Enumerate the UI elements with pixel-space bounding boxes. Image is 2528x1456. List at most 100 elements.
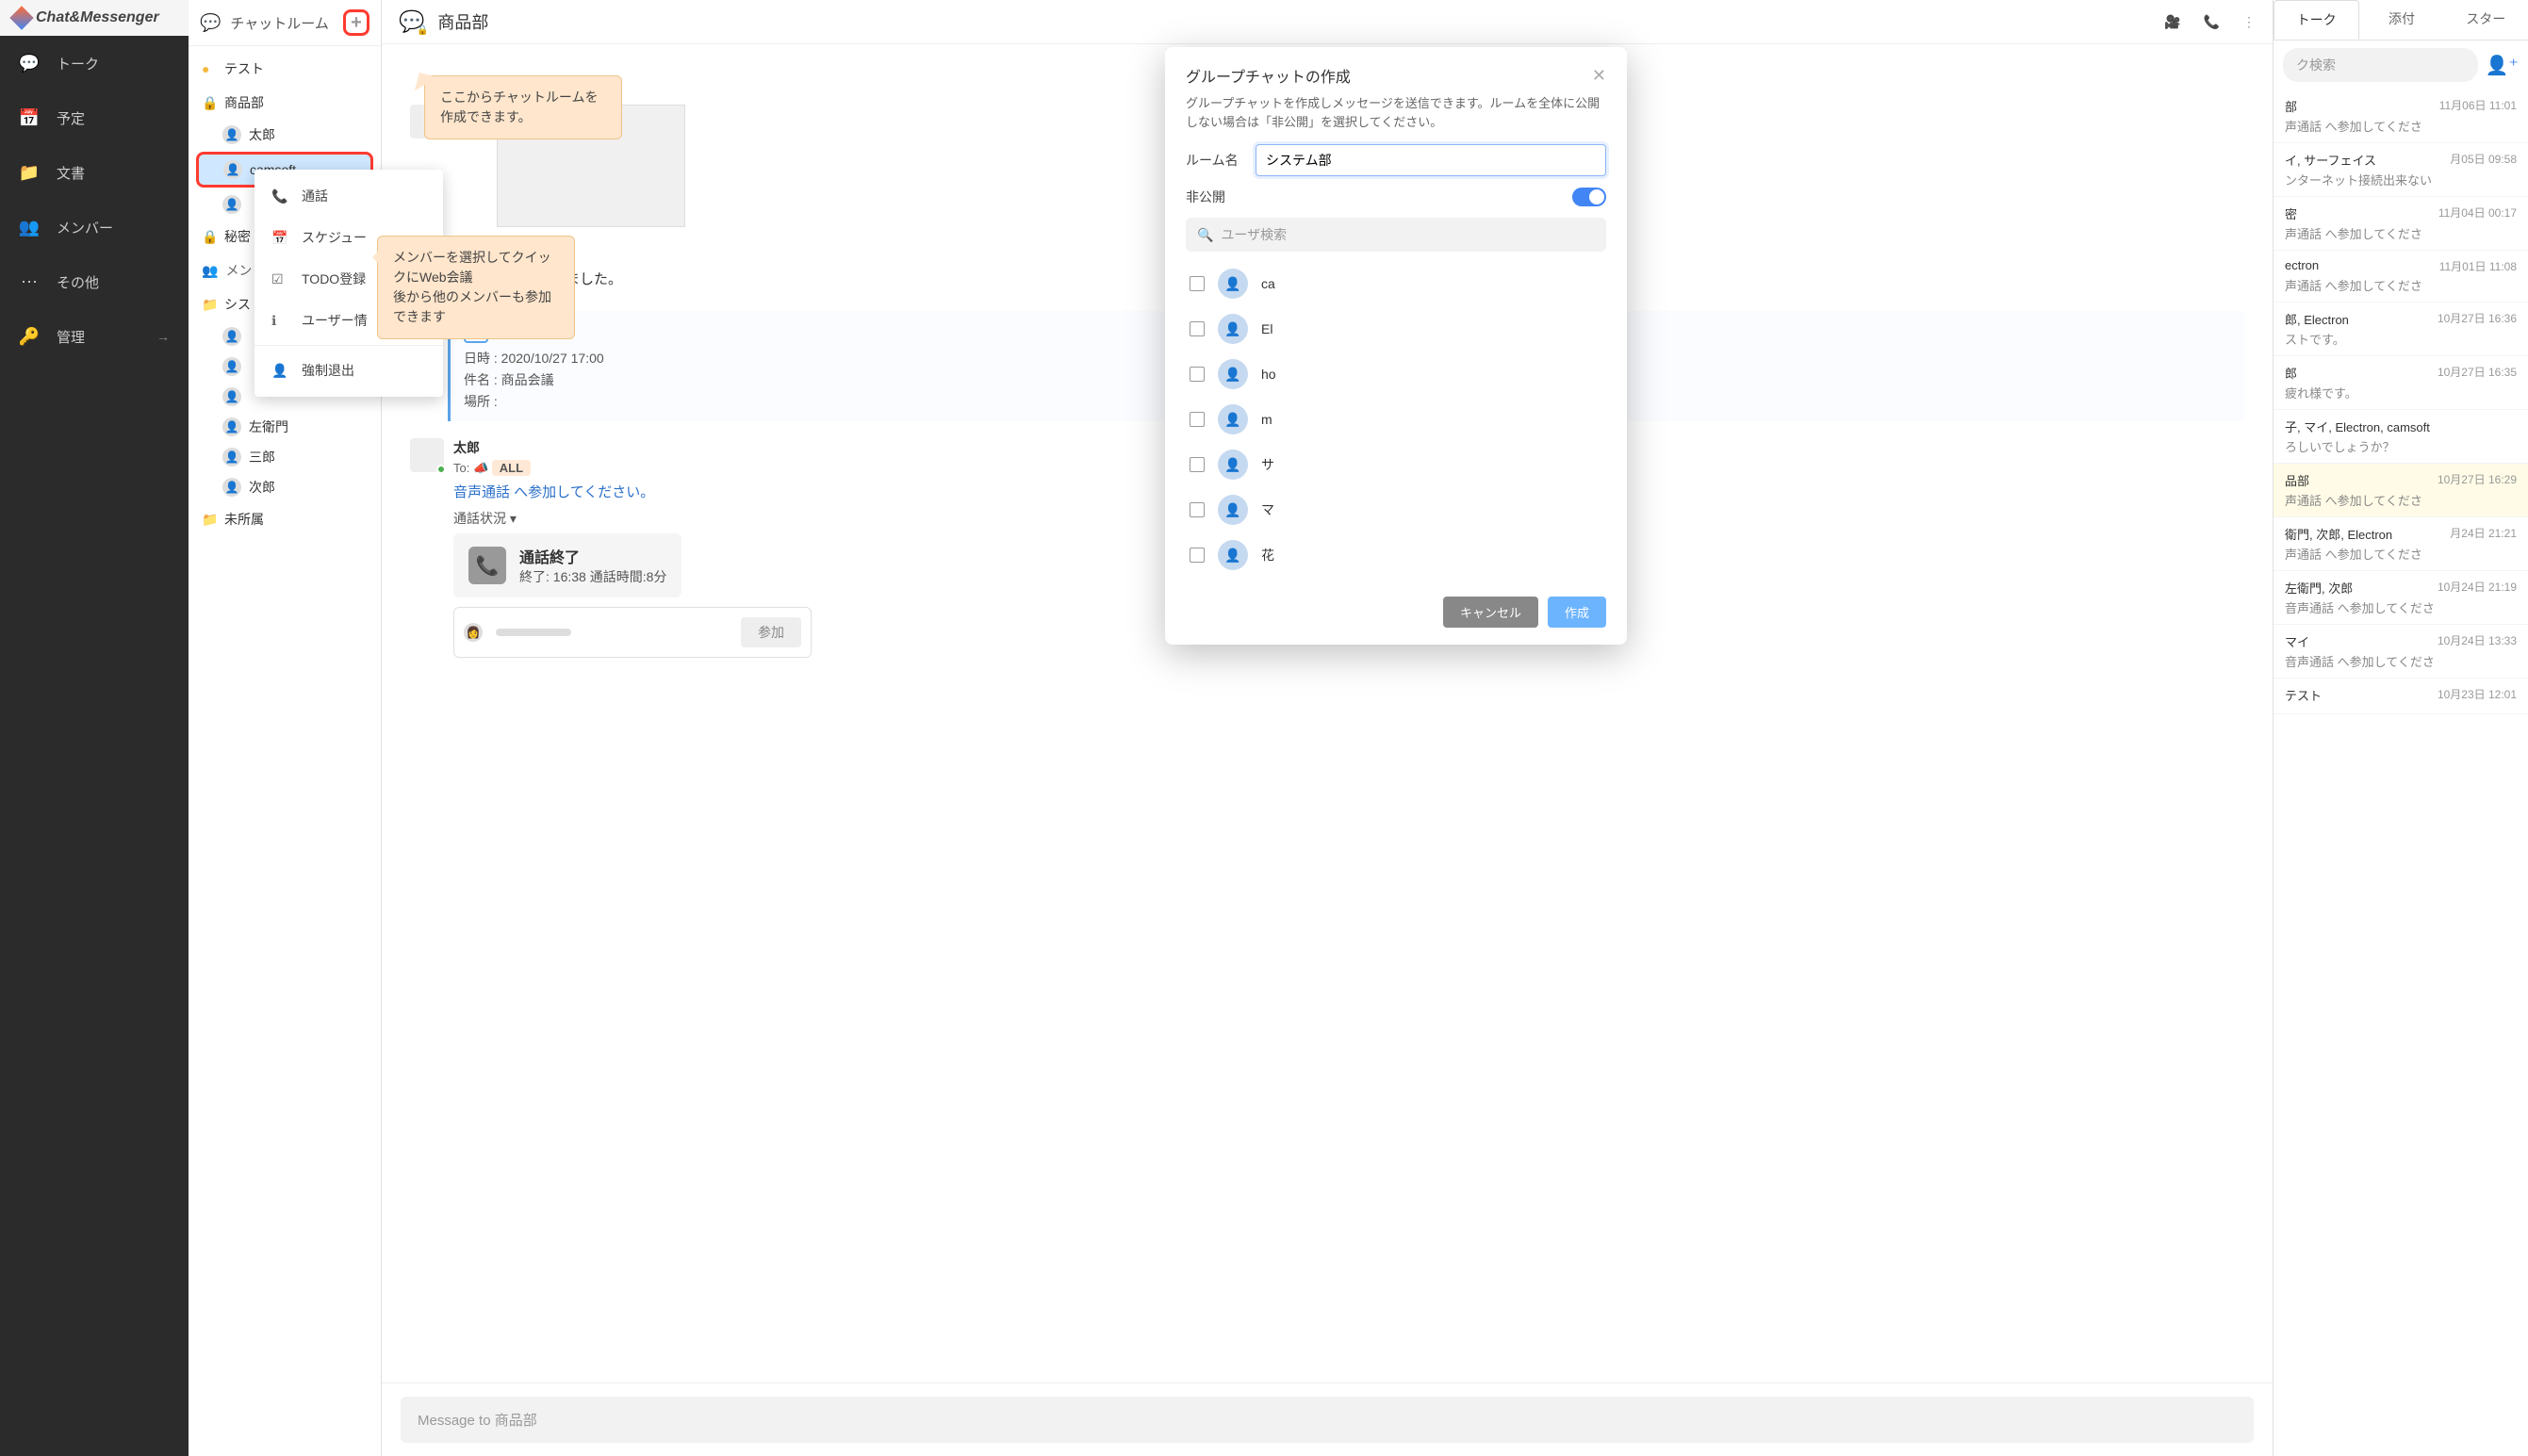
talk-date: 10月27日 16:36 xyxy=(2438,310,2517,328)
nav-item-管理[interactable]: 🔑管理→ xyxy=(0,309,189,364)
video-call-icon[interactable]: 🎥 xyxy=(2164,14,2180,30)
more-icon[interactable]: ⋮ xyxy=(2242,14,2256,30)
nav-item-メンバー[interactable]: 👥メンバー xyxy=(0,200,189,254)
checkbox[interactable] xyxy=(1190,502,1205,517)
join-button[interactable]: 参加 xyxy=(741,617,801,647)
room-member[interactable]: 👤太郎 xyxy=(189,120,381,150)
members-icon: 👥 xyxy=(202,263,218,279)
tab-添付[interactable]: 添付 xyxy=(2359,0,2443,40)
create-group-modal: グループチャットの作成 ✕ グループチャットを作成しメッセージを送信できます。ル… xyxy=(1165,47,1627,645)
talk-item[interactable]: 郎 10月27日 16:35 疲れ様です。 xyxy=(2274,356,2528,410)
user-row[interactable]: 👤左 xyxy=(1186,578,1606,581)
nav-icon: ⋯ xyxy=(19,271,40,292)
checkbox[interactable] xyxy=(1190,321,1205,336)
folder-icon: 📁 xyxy=(202,512,217,528)
talk-name: ectron xyxy=(2285,258,2319,274)
avatar: 👤 xyxy=(1218,359,1248,389)
checkbox[interactable] xyxy=(1190,457,1205,472)
user-row[interactable]: 👤マ xyxy=(1186,487,1606,532)
room-name-input[interactable] xyxy=(1256,144,1606,176)
search-icon: 🔍 xyxy=(1197,227,1213,243)
talk-preview: 疲れ様です。 xyxy=(2285,384,2517,401)
nav-item-その他[interactable]: ⋯その他 xyxy=(0,254,189,309)
nav-item-トーク[interactable]: 💬トーク xyxy=(0,36,189,90)
user-row[interactable]: 👤サ xyxy=(1186,442,1606,487)
talk-item[interactable]: 衛門, 次郎, Electron月24日 21:21声通話 へ参加してくださ xyxy=(2274,517,2528,571)
avatar: 👤 xyxy=(222,387,241,406)
context-item[interactable]: 📞通話 xyxy=(254,175,443,217)
talk-item[interactable]: 部11月06日 11:01声通話 へ参加してくださ xyxy=(2274,90,2528,143)
private-toggle[interactable] xyxy=(1572,188,1606,206)
create-button[interactable]: 作成 xyxy=(1548,597,1606,628)
talk-item[interactable]: マイ10月24日 13:33音声通話 へ参加してくださ xyxy=(2274,625,2528,679)
avatar xyxy=(410,438,444,472)
cancel-button[interactable]: キャンセル xyxy=(1443,597,1538,628)
modal-description: グループチャットを作成しメッセージを送信できます。ルームを全体に公開しない場合は… xyxy=(1186,94,1606,131)
talk-item[interactable]: 品部10月27日 16:29声通話 へ参加してくださ xyxy=(2274,464,2528,517)
talk-date: 10月27日 16:29 xyxy=(2438,471,2517,489)
user-name: El xyxy=(1261,321,1272,336)
talk-date: 11月06日 11:01 xyxy=(2439,97,2517,115)
context-label: スケジュー xyxy=(302,228,367,247)
talk-item[interactable]: 子, マイ, Electron, camsoftろしいでしょうか？ xyxy=(2274,410,2528,464)
talk-preview: 声通話 へ参加してくださ xyxy=(2285,491,2517,509)
add-room-button[interactable]: + xyxy=(343,9,369,36)
user-row[interactable]: 👤花 xyxy=(1186,532,1606,578)
nav-item-文書[interactable]: 📁文書 xyxy=(0,145,189,200)
talk-list: 部11月06日 11:01声通話 へ参加してくださイ, サーフェイス月05日 0… xyxy=(2274,90,2528,1456)
voice-call-icon[interactable]: 📞 xyxy=(2204,14,2220,30)
avatar: 👤 xyxy=(1218,540,1248,570)
user-row[interactable]: 👤ho xyxy=(1186,352,1606,397)
talk-item[interactable]: 左衛門, 次郎10月24日 21:19音声通話 へ参加してくださ xyxy=(2274,571,2528,625)
user-row[interactable]: 👤ca xyxy=(1186,261,1606,306)
room-item[interactable]: 🔒商品部 xyxy=(189,86,381,120)
talk-preview: 声通話 へ参加してくださ xyxy=(2285,276,2517,294)
checkbox[interactable] xyxy=(1190,367,1205,382)
talk-date: 10月27日 16:35 xyxy=(2438,364,2517,382)
room-label: 秘密 xyxy=(224,227,251,246)
talk-search-input[interactable]: ク検索 xyxy=(2283,48,2478,82)
avatar: 👤 xyxy=(222,478,241,497)
user-row[interactable]: 👤m xyxy=(1186,397,1606,442)
avatar: 👩 xyxy=(464,623,483,642)
context-item[interactable]: 👤強制退出 xyxy=(254,350,443,391)
add-person-icon[interactable]: 👤⁺ xyxy=(2486,54,2519,77)
room-col-header: 💬 チャットルーム + xyxy=(189,0,381,46)
talk-item[interactable]: 密11月04日 00:17声通話 へ参加してくださ xyxy=(2274,197,2528,251)
talk-date: 10月24日 13:33 xyxy=(2438,632,2517,650)
private-label: 非公開 xyxy=(1186,188,1242,206)
user-row[interactable]: 👤El xyxy=(1186,306,1606,352)
tab-トーク[interactable]: トーク xyxy=(2274,0,2359,40)
message-input[interactable]: Message to 商品部 xyxy=(401,1397,2254,1443)
room-member[interactable]: 👤左衛門 xyxy=(189,412,381,442)
user-name: 花 xyxy=(1261,546,1274,564)
tab-スター[interactable]: スター xyxy=(2444,0,2528,40)
avatar: 👤 xyxy=(1218,269,1248,299)
talk-name: イ, サーフェイス xyxy=(2285,151,2376,169)
modal-title: グループチャットの作成 xyxy=(1186,64,1351,87)
nav-icon: 📅 xyxy=(19,107,40,128)
room-item[interactable]: ●テスト xyxy=(189,52,381,86)
close-icon[interactable]: ✕ xyxy=(1592,66,1606,86)
talk-item[interactable]: 郎, Electron10月27日 16:36ストです。 xyxy=(2274,303,2528,356)
nav-icon: 🔑 xyxy=(19,326,40,347)
room-member[interactable]: 👤次郎 xyxy=(189,472,381,502)
talk-item[interactable]: ectron 11月01日 11:08 声通話 へ参加してくださ xyxy=(2274,251,2528,303)
talk-date: 10月24日 21:19 xyxy=(2438,579,2517,597)
talk-item[interactable]: イ, サーフェイス月05日 09:58ンターネット接続出来ない xyxy=(2274,143,2528,197)
talk-name: 郎 xyxy=(2285,364,2297,382)
avatar: 👤 xyxy=(222,195,241,214)
talk-item[interactable]: テスト10月23日 12:01 xyxy=(2274,679,2528,714)
right-search-row: ク検索 👤⁺ xyxy=(2274,41,2528,90)
talk-date: 11月01日 11:08 xyxy=(2439,258,2517,274)
room-col-title: チャットルーム xyxy=(230,13,334,33)
checkbox[interactable] xyxy=(1190,412,1205,427)
folder-item[interactable]: 📁未所属 xyxy=(189,502,381,536)
nav-item-予定[interactable]: 📅予定 xyxy=(0,90,189,145)
callout-create-room: ここからチャットルームを作成できます。 xyxy=(424,75,622,139)
avatar: 👤 xyxy=(222,448,241,466)
checkbox[interactable] xyxy=(1190,276,1205,291)
checkbox[interactable] xyxy=(1190,548,1205,563)
user-search-input[interactable]: 🔍 ユーザ検索 xyxy=(1186,218,1606,252)
room-member[interactable]: 👤三郎 xyxy=(189,442,381,472)
